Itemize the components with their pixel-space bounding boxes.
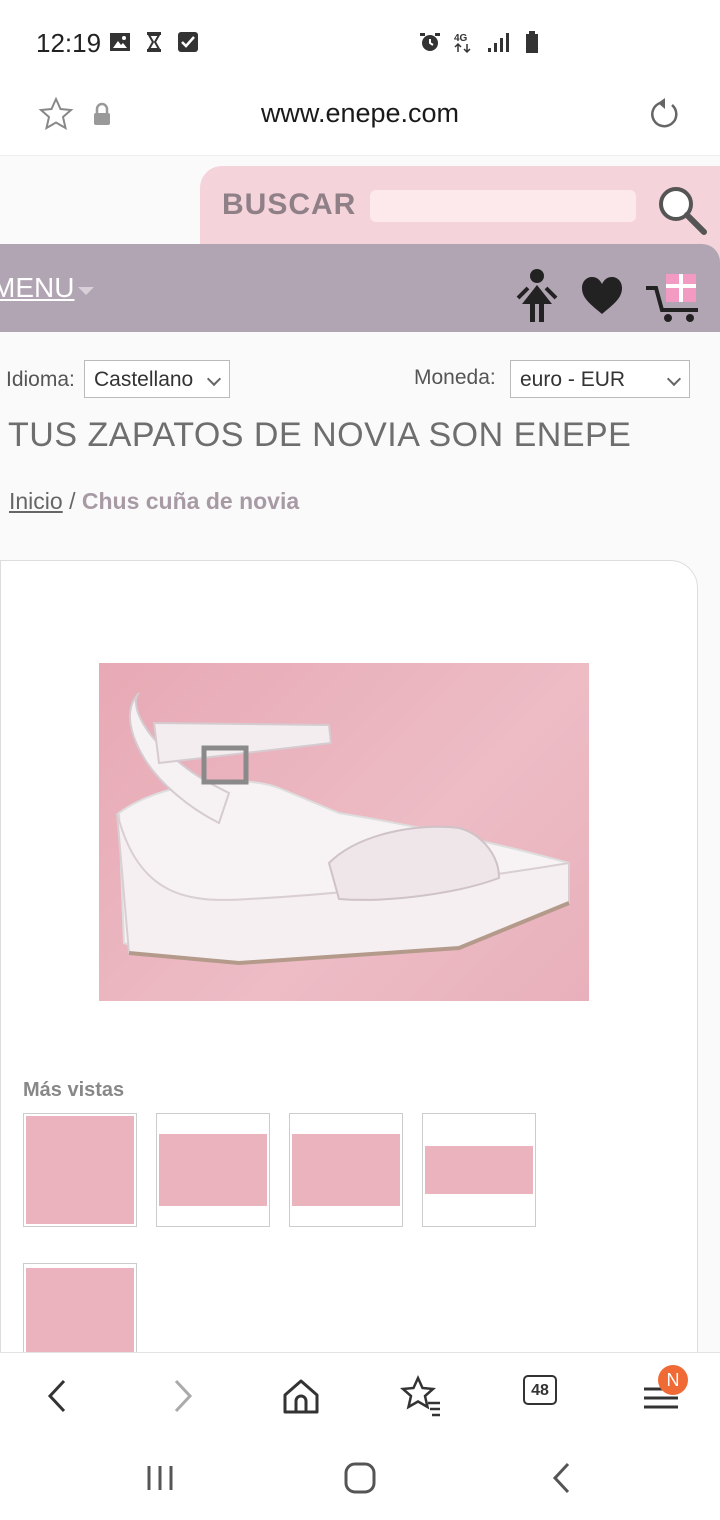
wedge-sandal-illustration xyxy=(116,692,570,966)
thumbnail-image xyxy=(159,1134,267,1206)
gallery-icon xyxy=(110,33,130,51)
system-icons: 4G xyxy=(418,30,544,54)
reload-icon[interactable] xyxy=(646,96,682,132)
product-thumbnail[interactable] xyxy=(422,1113,536,1227)
checkbox-icon xyxy=(178,32,198,52)
status-time: 12:19 xyxy=(36,28,102,58)
chevron-down-icon xyxy=(78,287,94,295)
back-nav-icon[interactable] xyxy=(542,1458,582,1498)
status-bar: 12:19 4G xyxy=(0,0,720,88)
breadcrumb-separator: / xyxy=(62,488,82,514)
currency-select[interactable]: euro - EUR xyxy=(510,360,690,398)
thumbnail-image xyxy=(425,1146,533,1194)
heart-icon[interactable] xyxy=(580,276,624,316)
search-input[interactable] xyxy=(370,190,636,222)
page-headline: TUS ZAPATOS DE NOVIA SON ENEPE xyxy=(8,416,632,454)
account-icon[interactable] xyxy=(514,268,560,324)
browser-toolbar: 48 N xyxy=(0,1352,720,1438)
breadcrumb-home-link[interactable]: Inicio xyxy=(9,488,63,514)
language-currency-row: Idioma: Castellano Moneda: euro - EUR xyxy=(0,360,720,402)
home-nav-icon[interactable] xyxy=(340,1458,380,1498)
chevron-down-icon xyxy=(666,371,682,387)
system-nav-bar xyxy=(0,1438,720,1520)
menu-button[interactable]: MENU xyxy=(0,272,74,304)
forward-icon[interactable] xyxy=(158,1373,204,1419)
language-value: Castellano xyxy=(94,368,194,391)
thumbnail-image xyxy=(26,1116,134,1224)
battery-icon xyxy=(526,31,538,53)
url-text[interactable]: www.enepe.com xyxy=(0,98,720,129)
thumbnail-image xyxy=(26,1268,134,1352)
chevron-down-icon xyxy=(206,371,222,387)
language-label: Idioma: xyxy=(6,368,75,391)
search-icon[interactable] xyxy=(654,182,710,238)
tabs-button[interactable]: 48 xyxy=(523,1375,557,1405)
home-icon[interactable] xyxy=(278,1373,324,1419)
search-label: BUSCAR xyxy=(222,188,357,221)
web-page: BUSCAR MENU Idioma: Castellano Moneda: e… xyxy=(0,156,720,1352)
language-select[interactable]: Castellano xyxy=(84,360,230,398)
screen: 12:19 4G www.enepe.com BUSCAR MENU Idiom… xyxy=(0,0,720,1520)
cart-icon[interactable] xyxy=(644,266,704,324)
notification-badge: N xyxy=(658,1365,688,1395)
breadcrumb-current: Chus cuña de novia xyxy=(81,488,300,514)
thumbnail-image xyxy=(292,1134,400,1206)
back-icon[interactable] xyxy=(36,1373,82,1419)
svg-text:4G: 4G xyxy=(454,33,468,44)
more-views-label: Más vistas xyxy=(23,1079,125,1101)
notification-icons xyxy=(108,30,200,54)
product-thumbnail[interactable] xyxy=(23,1113,137,1227)
breadcrumb: Inicio / Chus cuña de novia xyxy=(9,488,299,515)
signal-icon xyxy=(488,33,509,52)
currency-value: euro - EUR xyxy=(520,368,626,391)
network-4g-icon: 4G xyxy=(454,33,471,54)
url-bar: www.enepe.com xyxy=(0,88,720,156)
product-thumbnail[interactable] xyxy=(289,1113,403,1227)
hourglass-icon xyxy=(147,32,161,52)
recent-apps-icon[interactable] xyxy=(140,1458,180,1498)
product-main-image[interactable] xyxy=(99,663,589,1001)
product-thumbnail[interactable] xyxy=(156,1113,270,1227)
product-card: Más vistas xyxy=(0,560,698,1352)
product-thumbnail[interactable] xyxy=(23,1263,137,1352)
bookmarks-icon[interactable] xyxy=(398,1373,444,1419)
alarm-icon xyxy=(420,33,440,51)
currency-label: Moneda: xyxy=(414,366,496,389)
